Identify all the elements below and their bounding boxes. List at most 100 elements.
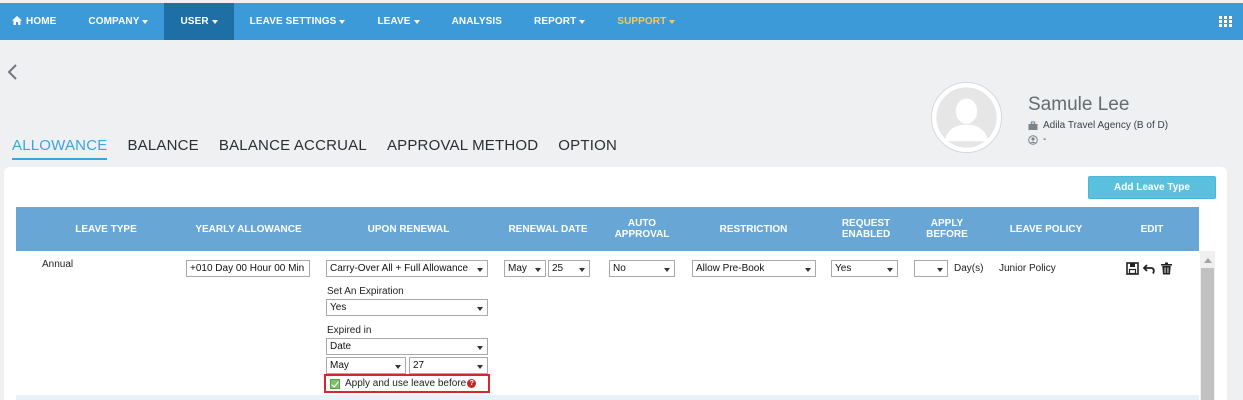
expired-in-select[interactable]: Date <box>326 338 488 355</box>
save-icon[interactable] <box>1126 262 1139 275</box>
nav-label-support: SUPPORT <box>617 16 667 27</box>
profile-name: Samule Lee <box>1028 94 1130 115</box>
nav-item-home[interactable]: HOME <box>0 3 72 40</box>
header-request-enabled: REQUEST ENABLED <box>831 207 901 251</box>
restriction-select[interactable]: Allow Pre-Book <box>692 260 816 277</box>
header-edit: EDIT <box>1140 223 1164 235</box>
row-actions <box>1126 262 1177 275</box>
apply-before-unit: Day(s) <box>954 263 984 274</box>
caret-down-icon <box>142 19 149 24</box>
home-icon <box>12 15 22 28</box>
tab-bar: ALLOWANCE BALANCE BALANCE ACCRUAL APPROV… <box>12 137 637 160</box>
help-icon[interactable]: ? <box>467 379 477 388</box>
nav-label-company: COMPANY <box>88 16 140 27</box>
nav-item-support[interactable]: SUPPORT <box>601 3 691 40</box>
scroll-up-arrow-icon[interactable] <box>1204 258 1212 263</box>
caret-down-icon <box>579 19 586 24</box>
back-chevron-icon[interactable] <box>6 62 20 82</box>
chevron-down-icon <box>805 268 811 272</box>
profile-extra-value: - <box>1043 134 1047 145</box>
chevron-down-icon <box>937 268 943 272</box>
expiry-day-value: 27 <box>413 360 425 371</box>
set-expiration-value: Yes <box>330 302 347 313</box>
nav-item-leave[interactable]: LEAVE <box>361 3 435 40</box>
set-expiration-select[interactable]: Yes <box>326 299 488 316</box>
expiry-day-select[interactable]: 27 <box>409 357 488 374</box>
tab-approval-method[interactable]: APPROVAL METHOD <box>387 137 538 160</box>
nav-label-analysis: ANALYSIS <box>451 16 503 27</box>
table-header: LEAVE TYPE YEARLY ALLOWANCE UPON RENEWAL… <box>16 207 1199 251</box>
header-yearly-allowance: YEARLY ALLOWANCE <box>195 223 302 235</box>
profile-extra: - <box>1028 134 1046 145</box>
avatar <box>931 82 1002 153</box>
top-navigation-bar: HOME COMPANY USER LEAVE SETTINGS LEAVE A… <box>0 3 1243 40</box>
user-circle-icon <box>1028 134 1038 145</box>
nav-label-leave-settings: LEAVE SETTINGS <box>249 16 337 27</box>
leave-policy-cell: Junior Policy <box>999 263 1056 274</box>
header-auto-approval-line2: APPROVAL <box>614 229 670 240</box>
expiry-month-value: May <box>330 360 349 371</box>
header-request-enabled-line1: REQUEST <box>841 218 891 229</box>
header-auto-approval-line1: AUTO <box>627 218 657 229</box>
header-leave-policy: LEAVE POLICY <box>1009 223 1083 235</box>
expiry-month-select[interactable]: May <box>326 357 406 374</box>
nav-item-user[interactable]: USER <box>164 3 234 40</box>
chevron-down-icon <box>535 268 541 272</box>
yearly-allowance-input[interactable]: +010 Day 00 Hour 00 Min <box>186 260 310 277</box>
chevron-down-icon <box>477 346 483 350</box>
header-apply-before-line2: BEFORE <box>926 229 968 240</box>
grid-menu-icon[interactable] <box>1219 16 1232 27</box>
apply-before-select[interactable] <box>914 260 948 277</box>
nav-label-report: REPORT <box>534 16 577 27</box>
chevron-down-icon <box>664 268 670 272</box>
caret-down-icon <box>669 19 676 24</box>
chevron-down-icon <box>887 268 893 272</box>
caret-down-icon <box>211 19 218 24</box>
header-renewal-date: RENEWAL DATE <box>508 223 588 235</box>
chevron-down-icon <box>579 268 585 272</box>
nav-label-leave: LEAVE <box>377 16 411 27</box>
request-enabled-select[interactable]: Yes <box>831 260 898 277</box>
content-panel <box>4 167 1227 400</box>
nav-item-leave-settings[interactable]: LEAVE SETTINGS <box>234 3 362 40</box>
expired-in-label: Expired in <box>327 325 372 336</box>
auto-approval-select[interactable]: No <box>609 260 675 277</box>
restriction-value: Allow Pre-Book <box>696 263 765 274</box>
profile-company-name: Adila Travel Agency (B of D) <box>1043 120 1169 131</box>
leave-type-cell: Annual <box>42 259 74 270</box>
apply-use-before-option: Apply and use leave before ? <box>324 374 490 393</box>
nav-item-analysis[interactable]: ANALYSIS <box>436 3 518 40</box>
header-request-enabled-line2: ENABLED <box>841 229 891 240</box>
renewal-month-value: May <box>508 263 527 274</box>
profile-company: Adila Travel Agency (B of D) <box>1028 120 1168 131</box>
tab-balance[interactable]: BALANCE <box>127 137 198 160</box>
caret-down-icon <box>339 19 346 24</box>
apply-use-before-checkbox[interactable] <box>330 378 340 389</box>
renewal-month-select[interactable]: May <box>504 260 546 277</box>
scrollbar-thumb[interactable] <box>1201 268 1214 400</box>
tab-option[interactable]: OPTION <box>558 137 617 160</box>
tab-balance-accrual[interactable]: BALANCE ACCRUAL <box>219 137 367 160</box>
set-expiration-label: Set An Expiration <box>327 286 404 297</box>
upon-renewal-select[interactable]: Carry-Over All + Full Allowance <box>326 260 488 277</box>
undo-icon[interactable] <box>1142 262 1156 275</box>
header-upon-renewal: UPON RENEWAL <box>367 223 450 235</box>
header-leave-type: LEAVE TYPE <box>75 223 137 235</box>
apply-use-before-label: Apply and use leave before <box>345 378 467 389</box>
renewal-day-select[interactable]: 25 <box>548 260 590 277</box>
header-apply-before-line1: APPLY <box>930 218 964 229</box>
table-row-bottom <box>16 395 1199 400</box>
chevron-down-icon <box>477 365 483 369</box>
request-enabled-value: Yes <box>835 263 852 274</box>
chevron-down-icon <box>477 268 483 272</box>
caret-down-icon <box>413 19 420 24</box>
add-leave-type-button[interactable]: Add Leave Type <box>1088 176 1216 199</box>
header-apply-before: APPLY BEFORE <box>912 207 982 251</box>
nav-label-home: HOME <box>26 16 57 27</box>
header-restriction: RESTRICTION <box>719 223 788 235</box>
tab-allowance[interactable]: ALLOWANCE <box>12 137 108 160</box>
nav-item-company[interactable]: COMPANY <box>72 3 164 40</box>
expired-in-value: Date <box>330 341 352 352</box>
trash-icon[interactable] <box>1160 262 1173 275</box>
nav-item-report[interactable]: REPORT <box>518 3 601 40</box>
